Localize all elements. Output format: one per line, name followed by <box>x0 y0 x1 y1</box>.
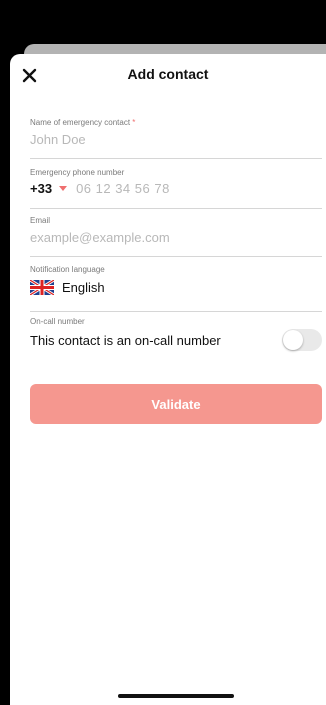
oncall-toggle[interactable] <box>282 329 322 351</box>
phone-input[interactable]: 06 12 34 56 78 <box>76 181 170 196</box>
validate-button[interactable]: Validate <box>30 384 322 424</box>
home-indicator <box>118 694 234 698</box>
oncall-field-label: On-call number <box>30 317 85 326</box>
name-label-text: Name of emergency contact <box>30 118 131 127</box>
email-field[interactable]: Email example@example.com <box>30 216 322 257</box>
name-field[interactable]: Name of emergency contact * John Doe <box>30 118 322 159</box>
uk-flag-icon <box>29 278 55 297</box>
phone-field-label: Emergency phone number <box>30 168 125 177</box>
toggle-knob <box>283 330 303 350</box>
language-field[interactable]: Notification language English <box>29 265 322 312</box>
phone-field[interactable]: Emergency phone number +33 06 12 34 56 7… <box>30 168 322 209</box>
chevron-down-icon[interactable] <box>59 186 68 191</box>
oncall-field: On-call number This contact is an on-cal… <box>30 317 322 361</box>
page-title: Add contact <box>127 66 209 82</box>
country-code-selector[interactable]: +33 <box>30 181 52 196</box>
name-field-label: Name of emergency contact * <box>30 118 322 127</box>
required-mark: * <box>132 118 136 127</box>
add-contact-sheet: Add contact Name of emergency contact * … <box>10 54 326 705</box>
name-input[interactable]: John Doe <box>30 132 322 147</box>
oncall-row: This contact is an on-call number <box>30 329 322 351</box>
email-input[interactable]: example@example.com <box>30 230 322 245</box>
language-value: English <box>62 280 105 295</box>
email-field-label: Email <box>30 216 51 225</box>
language-selector[interactable]: English <box>29 278 322 297</box>
phone-row: +33 06 12 34 56 78 <box>30 181 322 196</box>
language-field-label: Notification language <box>30 265 105 274</box>
oncall-text: This contact is an on-call number <box>30 332 221 348</box>
